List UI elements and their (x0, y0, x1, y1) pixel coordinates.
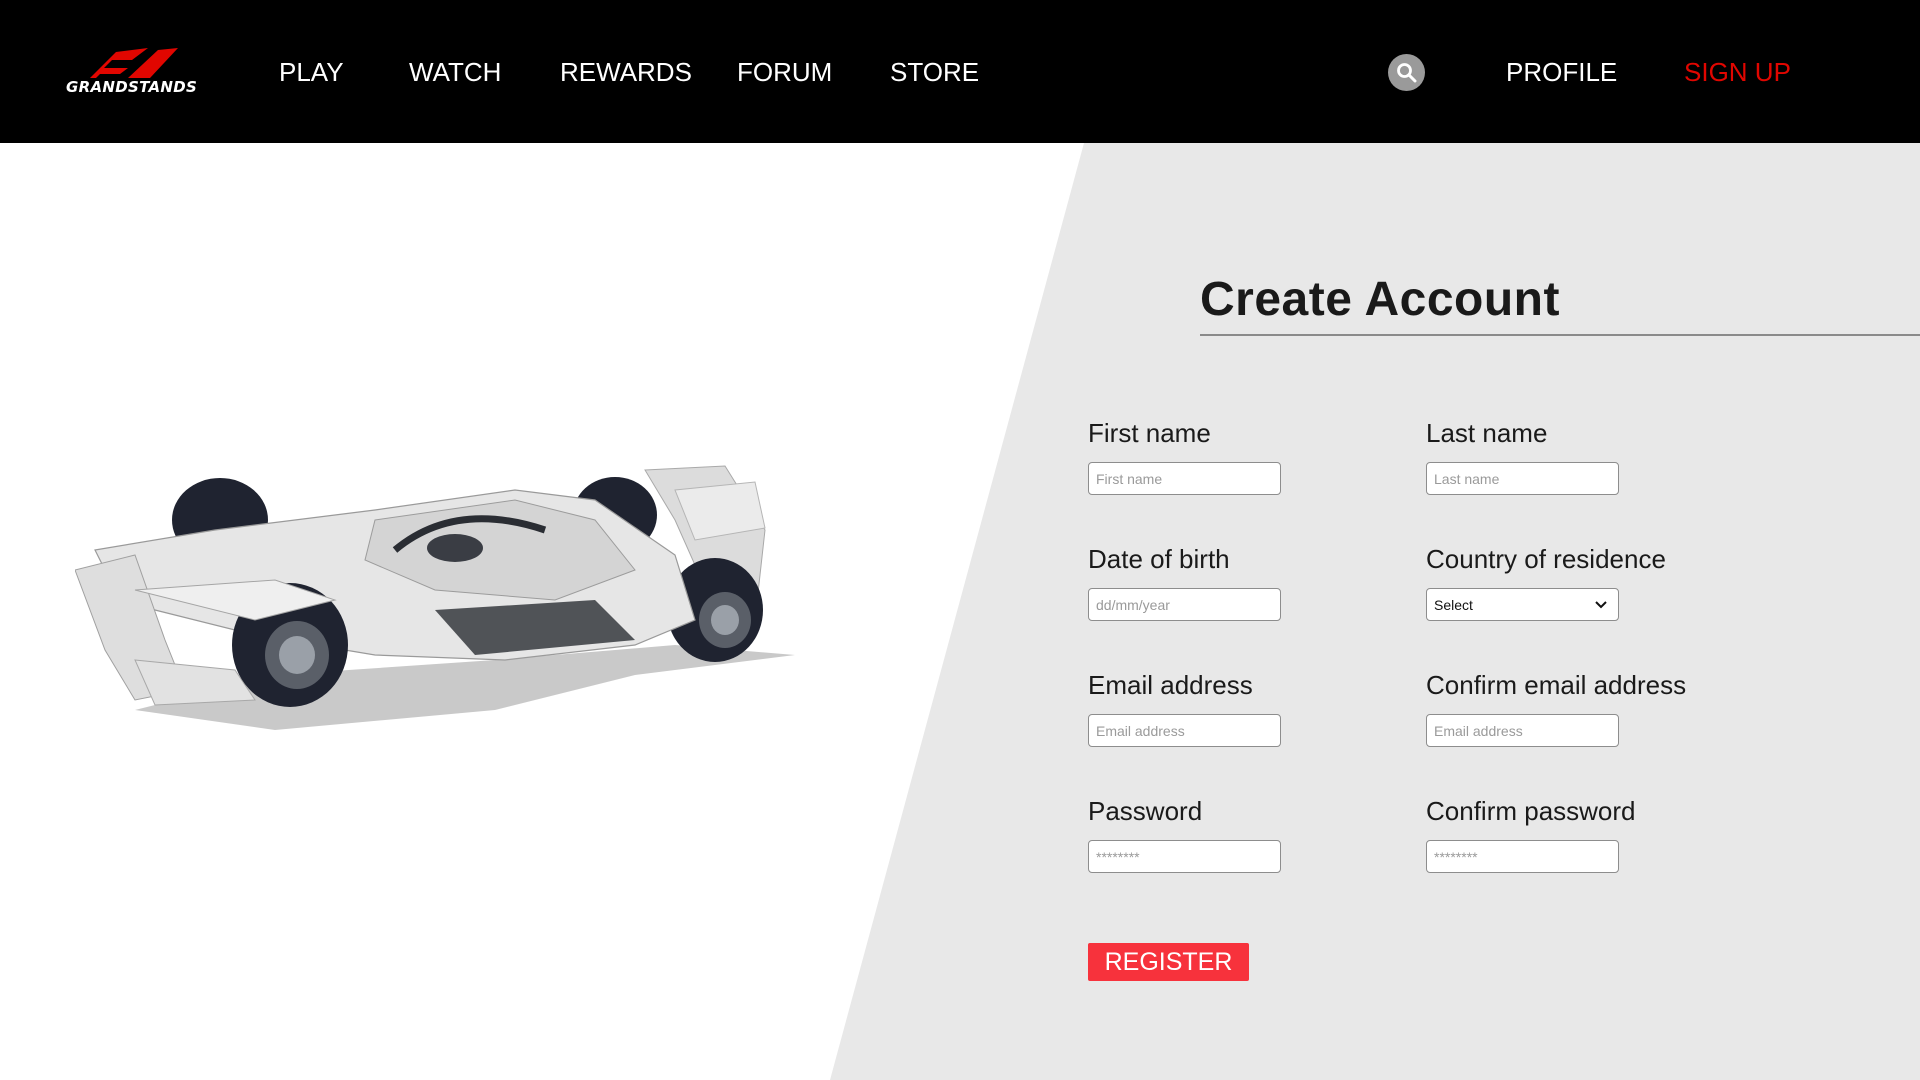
password-label: Password (1088, 796, 1203, 826)
first-name-input[interactable] (1088, 462, 1281, 495)
confirm-email-label: Confirm email address (1426, 670, 1687, 700)
f1-logo-icon (90, 48, 178, 78)
confirm-email-input[interactable] (1426, 714, 1619, 747)
page-title: Create Account (1200, 273, 1560, 326)
confirm-password-label: Confirm password (1426, 796, 1636, 826)
title-divider (1200, 334, 1920, 336)
nav-store[interactable]: STORE (890, 56, 979, 88)
nav-forum[interactable]: FORUM (737, 56, 832, 88)
search-icon (1397, 63, 1417, 83)
nav-play[interactable]: PLAY (279, 56, 344, 88)
nav-rewards[interactable]: REWARDS (560, 56, 692, 88)
f1-grandstands-logo[interactable]: GRANDSTANDS (66, 48, 198, 98)
country-selected-value: Select (1434, 597, 1473, 613)
register-button[interactable]: REGISTER (1088, 943, 1249, 981)
password-input[interactable] (1088, 840, 1281, 873)
last-name-label: Last name (1426, 418, 1548, 448)
email-input[interactable] (1088, 714, 1281, 747)
logo-text: GRANDSTANDS (66, 78, 198, 96)
nav-profile[interactable]: PROFILE (1506, 56, 1617, 88)
chevron-down-icon (1595, 601, 1607, 609)
nav-watch[interactable]: WATCH (409, 56, 501, 88)
dob-input[interactable] (1088, 588, 1281, 621)
last-name-input[interactable] (1426, 462, 1619, 495)
first-name-label: First name (1088, 418, 1211, 448)
race-car-image (75, 465, 795, 730)
dob-label: Date of birth (1088, 544, 1230, 574)
search-button[interactable] (1388, 54, 1425, 91)
country-select[interactable]: Select (1426, 588, 1619, 621)
email-label: Email address (1088, 670, 1253, 700)
country-label: Country of residence (1426, 544, 1666, 574)
nav-signup[interactable]: SIGN UP (1684, 56, 1791, 88)
top-nav: GRANDSTANDS PLAY WATCH REWARDS FORUM STO… (0, 0, 1920, 143)
confirm-password-input[interactable] (1426, 840, 1619, 873)
signup-page: GRANDSTANDS PLAY WATCH REWARDS FORUM STO… (0, 0, 1920, 1080)
